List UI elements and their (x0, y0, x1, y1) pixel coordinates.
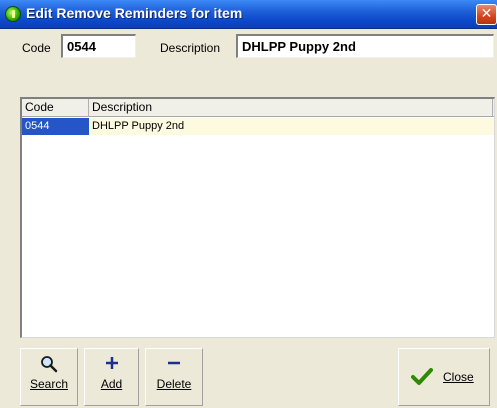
dialog-window: Edit Remove Reminders for item ✕ Code 05… (0, 0, 497, 408)
description-label: Description (160, 41, 221, 55)
minus-icon (146, 349, 202, 377)
row-code-cell[interactable]: 0544 (22, 118, 89, 135)
description-field[interactable]: DHLPP Puppy 2nd (236, 34, 494, 58)
magnifier-icon (21, 349, 77, 377)
column-header-description[interactable]: Description (89, 99, 493, 117)
window-close-button[interactable]: ✕ (476, 4, 497, 25)
app-icon (5, 6, 21, 22)
close-button[interactable]: Close (398, 348, 490, 406)
grid-header: Code Description (22, 99, 494, 117)
delete-button[interactable]: Delete (145, 348, 203, 406)
code-field[interactable]: 0544 (61, 34, 136, 58)
title-bar[interactable]: Edit Remove Reminders for item ✕ (0, 0, 497, 29)
code-label: Code (22, 41, 51, 55)
delete-button-label: Delete (156, 377, 192, 391)
row-description-cell[interactable]: DHLPP Puppy 2nd (89, 118, 493, 135)
column-header-code[interactable]: Code (22, 99, 89, 117)
green-check-icon (411, 368, 433, 385)
window-title: Edit Remove Reminders for item (26, 5, 243, 21)
search-button[interactable]: Search (20, 348, 78, 406)
table-row[interactable]: 0544 DHLPP Puppy 2nd (22, 118, 494, 135)
add-button-label: Add (100, 377, 123, 391)
add-button[interactable]: Add (84, 348, 139, 406)
search-button-label: Search (29, 377, 69, 391)
close-button-label: Close (443, 370, 474, 384)
plus-icon (85, 349, 138, 377)
reminders-grid[interactable]: Code Description 0544 DHLPP Puppy 2nd (20, 97, 495, 338)
